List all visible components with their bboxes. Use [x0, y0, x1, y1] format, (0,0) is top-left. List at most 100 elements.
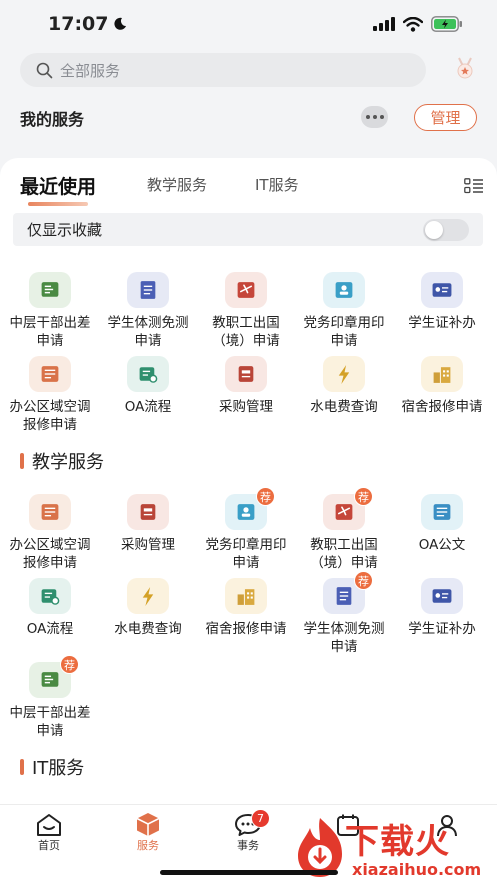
- service-item-label: 党务印章用印申请: [205, 537, 287, 571]
- service-item[interactable]: 采购管理: [197, 356, 295, 416]
- service-item-label: 学生证补办: [408, 315, 476, 331]
- search-icon: [36, 62, 53, 78]
- section-accent-bar: [20, 453, 24, 469]
- oa-doc-icon: [421, 494, 463, 530]
- recommend-badge: 荐: [256, 487, 275, 506]
- section-accent-bar: [20, 759, 24, 775]
- fitness-exempt-icon: 荐: [323, 571, 373, 614]
- category-tabs: 最近使用 教学服务 IT服务: [20, 174, 497, 210]
- tab-teaching[interactable]: 教学服务: [147, 174, 207, 195]
- favorites-filter-row: 仅显示收藏: [13, 213, 483, 246]
- medal-icon[interactable]: [452, 56, 478, 82]
- service-item[interactable]: 宿舍报修申请: [197, 578, 295, 638]
- service-item-label: 采购管理: [219, 399, 273, 415]
- abroad-icon: [225, 272, 267, 308]
- service-item[interactable]: 学生体测免测申请: [99, 272, 197, 350]
- search-input[interactable]: 全部服务: [20, 53, 426, 87]
- top-area: 全部服务 我的服务 管理: [0, 48, 497, 148]
- services-panel: 最近使用 教学服务 IT服务 仅显示收藏 中层干部出差申请 学生体测免测申请 教职工…: [0, 158, 497, 804]
- service-item[interactable]: 中层干部出差申请: [1, 272, 99, 350]
- utility-icon: [127, 578, 169, 614]
- tab-active-indicator: [28, 202, 88, 206]
- favorites-only-label: 仅显示收藏: [27, 221, 103, 239]
- tab-home[interactable]: 首页: [19, 811, 79, 853]
- service-item[interactable]: 水电费查询: [99, 578, 197, 638]
- utility-icon: [323, 356, 365, 392]
- oa-flow-icon: [29, 578, 71, 614]
- service-item[interactable]: 办公区域空调报修申请: [1, 494, 99, 572]
- service-item-label: 学生体测免测申请: [107, 315, 189, 349]
- dorm-repair-icon: [225, 578, 267, 614]
- it-section-header: IT服务: [20, 754, 84, 780]
- teaching-section-title: 教学服务: [32, 452, 104, 473]
- tab-affairs[interactable]: 7 事务: [218, 809, 278, 853]
- tab-it[interactable]: IT服务: [255, 174, 299, 195]
- recommend-badge: 荐: [60, 655, 79, 674]
- watermark-url: xiazaihuo.com: [352, 860, 482, 879]
- service-item-label: OA流程: [26, 621, 74, 637]
- teaching-section-header: 教学服务: [20, 448, 104, 474]
- ac-repair-icon: [29, 494, 71, 530]
- student-card-icon: [421, 578, 463, 614]
- service-item-label: 中层干部出差申请: [9, 315, 91, 349]
- fitness-exempt-icon: [127, 272, 169, 308]
- service-item-label: 宿舍报修申请: [205, 621, 287, 637]
- service-item[interactable]: 办公区域空调报修申请: [1, 356, 99, 434]
- time-text: 17:07: [48, 13, 109, 35]
- home-icon: [37, 814, 61, 836]
- service-item-label: OA公文: [418, 537, 466, 553]
- service-item-label: 水电费查询: [310, 399, 378, 415]
- service-item[interactable]: OA公文: [393, 494, 491, 554]
- service-item-label: 学生体测免测申请: [303, 621, 385, 655]
- service-item-label: OA流程: [124, 399, 172, 415]
- tab-affairs-label: 事务: [237, 839, 259, 852]
- more-options-button[interactable]: [361, 106, 388, 128]
- signal-icon: [373, 17, 395, 31]
- service-item[interactable]: OA流程: [99, 356, 197, 416]
- service-item[interactable]: OA流程: [1, 578, 99, 638]
- service-item[interactable]: 学生证补办: [393, 578, 491, 638]
- wifi-icon: [403, 16, 423, 32]
- list-view-icon[interactable]: [464, 178, 484, 194]
- status-bar: 17:07: [0, 0, 497, 48]
- service-item-label: 党务印章用印申请: [303, 315, 385, 349]
- abroad-icon: 荐: [323, 487, 373, 530]
- service-item[interactable]: 党务印章用印申请: [295, 272, 393, 350]
- service-item-label: 宿舍报修申请: [401, 399, 483, 415]
- service-item[interactable]: 荐中层干部出差申请: [1, 655, 99, 740]
- service-item[interactable]: 教职工出国（境）申请: [197, 272, 295, 350]
- home-indicator: [160, 870, 338, 875]
- student-card-icon: [421, 272, 463, 308]
- seal-icon: 荐: [225, 487, 275, 530]
- status-time: 17:07: [48, 13, 127, 35]
- battery-icon: [431, 16, 462, 32]
- dot: [372, 115, 377, 119]
- service-item[interactable]: 荐党务印章用印申请: [197, 487, 295, 572]
- recommend-badge: 荐: [354, 487, 373, 506]
- dot: [365, 115, 370, 119]
- it-section-title: IT服务: [32, 758, 85, 779]
- service-item[interactable]: 荐教职工出国（境）申请: [295, 487, 393, 572]
- service-item[interactable]: 水电费查询: [295, 356, 393, 416]
- my-services-title: 我的服务: [20, 110, 85, 129]
- service-item-label: 办公区域空调报修申请: [9, 399, 91, 433]
- service-item-label: 学生证补办: [408, 621, 476, 637]
- purchase-icon: [225, 356, 267, 392]
- purchase-icon: [127, 494, 169, 530]
- dot: [379, 115, 384, 119]
- tab-recent[interactable]: 最近使用: [20, 172, 96, 199]
- affairs-badge: 7: [251, 809, 270, 828]
- service-cube-icon: [136, 813, 160, 836]
- moon-icon: [114, 17, 127, 30]
- favorites-only-toggle[interactable]: [423, 219, 469, 241]
- service-item-label: 采购管理: [121, 537, 175, 553]
- service-item[interactable]: 荐学生体测免测申请: [295, 571, 393, 656]
- tab-service[interactable]: 服务: [118, 811, 178, 853]
- manage-button[interactable]: 管理: [414, 104, 477, 131]
- service-item[interactable]: 采购管理: [99, 494, 197, 554]
- service-item[interactable]: 宿舍报修申请: [393, 356, 491, 416]
- watermark-text: 下载火: [345, 822, 450, 862]
- dorm-repair-icon: [421, 356, 463, 392]
- service-item[interactable]: 学生证补办: [393, 272, 491, 332]
- service-item-label: 水电费查询: [114, 621, 182, 637]
